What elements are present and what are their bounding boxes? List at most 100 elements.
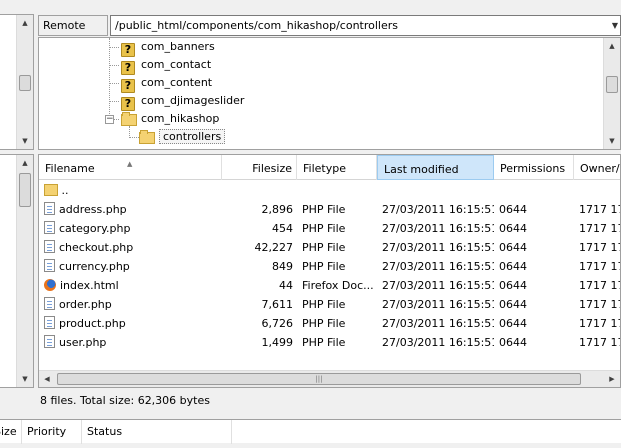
local-tree-pane[interactable]: ▲ ▼ [0, 14, 34, 150]
scroll-thumb[interactable] [19, 75, 31, 91]
filesize: 1,499 [261, 336, 294, 349]
tree-node[interactable]: com_hikashop [121, 110, 219, 128]
last-modified: 27/03/2011 16:15:51 [382, 222, 494, 235]
filetype: PHP File [302, 336, 346, 349]
last-modified: 27/03/2011 16:15:51 [382, 279, 494, 292]
tree-node[interactable]: ? com_djimageslider [121, 92, 245, 111]
remote-site-bar: Remote site: /public_html/components/com… [38, 14, 621, 51]
local-list-scrollbar[interactable]: ▲ ▼ [16, 155, 33, 387]
last-modified: 27/03/2011 16:15:51 [382, 317, 494, 330]
permissions: 0644 [499, 203, 527, 216]
table-row-parent[interactable]: .. [39, 181, 620, 200]
queue-column-priority[interactable]: Priority [22, 420, 82, 444]
tree-node-selected[interactable]: controllers [139, 128, 226, 146]
owner-group: 1717 170 [579, 336, 620, 349]
column-header-filename[interactable]: ▲ Filename [39, 155, 222, 180]
scroll-thumb[interactable] [19, 173, 31, 207]
tree-node-label: com_contact [141, 58, 212, 71]
column-header-filetype[interactable]: Filetype [297, 155, 377, 180]
sort-ascending-icon: ▲ [127, 160, 133, 168]
table-row[interactable]: category.php 454 PHP File 27/03/2011 16:15:… [39, 219, 620, 238]
tree-node-label: controllers [159, 129, 226, 144]
last-modified: 27/03/2011 16:15:51 [382, 203, 494, 216]
remote-path-text: /public_html/components/com_hikashop/con… [115, 19, 398, 32]
filename: product.php [59, 317, 126, 330]
table-row[interactable]: product.php 6,726 PHP File 27/03/2011 16:15… [39, 314, 620, 333]
status-text: 8 files. Total size: 62,306 bytes [40, 394, 210, 407]
filesize: 2,896 [261, 203, 294, 216]
tree-node-label: com_djimageslider [141, 94, 245, 107]
firefox-document-icon [44, 279, 56, 291]
scroll-thumb[interactable] [606, 76, 618, 93]
filetype: PHP File [302, 298, 346, 311]
filetype: PHP File [302, 260, 346, 273]
scroll-left-arrow-icon[interactable]: ◀ [39, 371, 55, 387]
filesize: 454 [272, 222, 293, 235]
owner-group: 1717 170 [579, 279, 620, 292]
tree-node[interactable]: ? com_content [121, 74, 212, 93]
collapse-node-icon[interactable]: − [105, 115, 114, 124]
filesize: 6,726 [261, 317, 294, 330]
scroll-down-arrow-icon[interactable]: ▼ [17, 371, 33, 387]
file-icon [44, 221, 55, 234]
queue-column-size[interactable]: Size [0, 420, 22, 444]
column-header-owner-group[interactable]: Owner/G [574, 155, 620, 180]
filename: order.php [59, 298, 112, 311]
tree-node[interactable]: ? com_contact [121, 56, 212, 75]
permissions: 0644 [499, 222, 527, 235]
scroll-down-arrow-icon[interactable]: ▼ [17, 133, 33, 149]
remote-tree-scrollbar[interactable]: ▲ ▼ [603, 38, 620, 149]
remote-directory-tree[interactable]: − ? com_banners ? com_contact ? com_content… [38, 37, 621, 150]
remote-path-combobox[interactable]: /public_html/components/com_hikashop/con… [110, 15, 621, 36]
tree-node-label: com_banners [141, 40, 215, 53]
table-row[interactable]: address.php 2,896 PHP File 27/03/2011 16:15… [39, 200, 620, 219]
filesize: 849 [272, 260, 293, 273]
owner-group: 1717 170 [579, 260, 620, 273]
table-row[interactable]: user.php 1,499 PHP File 27/03/2011 16:15:51… [39, 333, 620, 352]
tree-node[interactable]: ? com_banners [121, 38, 215, 57]
filename: user.php [59, 336, 107, 349]
local-file-list-pane[interactable]: ▲ ▼ [0, 154, 34, 388]
queue-column-status[interactable]: Status [82, 420, 232, 444]
unknown-folder-icon: ? [121, 79, 135, 93]
last-modified: 27/03/2011 16:15:51 [382, 241, 494, 254]
table-row[interactable]: order.php 7,611 PHP File 27/03/2011 16:15:5… [39, 295, 620, 314]
column-header-permissions[interactable]: Permissions [494, 155, 574, 180]
filesize: 7,611 [261, 298, 294, 311]
column-header-filesize[interactable]: Filesize [222, 155, 297, 180]
table-row[interactable]: currency.php 849 PHP File 27/03/2011 16:15:… [39, 257, 620, 276]
last-modified: 27/03/2011 16:15:51 [382, 336, 494, 349]
filename: checkout.php [59, 241, 134, 254]
owner-group: 1717 170 [579, 317, 620, 330]
last-modified: 27/03/2011 16:15:51 [382, 298, 494, 311]
folder-icon [139, 129, 155, 144]
scroll-thumb[interactable]: ||| [57, 373, 581, 385]
table-row[interactable]: checkout.php 42,227 PHP File 27/03/2011 16:… [39, 238, 620, 257]
remote-site-label: Remote site: [38, 15, 108, 51]
unknown-folder-icon: ? [121, 61, 135, 75]
scroll-down-arrow-icon[interactable]: ▼ [604, 133, 620, 149]
table-row[interactable]: index.html 44 Firefox Doc... 27/03/2011 16:… [39, 276, 620, 295]
file-icon [44, 240, 55, 253]
owner-group: 1717 170 [579, 222, 620, 235]
permissions: 0644 [499, 317, 527, 330]
scroll-right-arrow-icon[interactable]: ▶ [604, 371, 620, 387]
scroll-up-arrow-icon[interactable]: ▲ [17, 15, 33, 31]
column-header-last-modified[interactable]: Last modified [377, 155, 494, 180]
queue-header: Size Priority Status [0, 419, 621, 444]
local-tree-scrollbar[interactable]: ▲ ▼ [16, 15, 33, 149]
permissions: 0644 [499, 260, 527, 273]
tree-node-label: com_hikashop [141, 112, 220, 125]
filename: currency.php [59, 260, 130, 273]
filename: category.php [59, 222, 131, 235]
filetype: PHP File [302, 241, 346, 254]
folder-open-icon [121, 111, 137, 126]
scroll-up-arrow-icon[interactable]: ▲ [604, 38, 620, 54]
filesize: 44 [279, 279, 293, 292]
dropdown-arrow-icon[interactable]: ▼ [612, 16, 618, 35]
filetype: Firefox Doc... [302, 279, 374, 292]
parent-folder-icon [44, 184, 58, 196]
scroll-up-arrow-icon[interactable]: ▲ [17, 155, 33, 171]
remote-file-list[interactable]: ▲ Filename Filesize Filetype Last modifi… [38, 154, 621, 388]
file-list-hscrollbar[interactable]: ◀ ||| ▶ [39, 370, 620, 387]
